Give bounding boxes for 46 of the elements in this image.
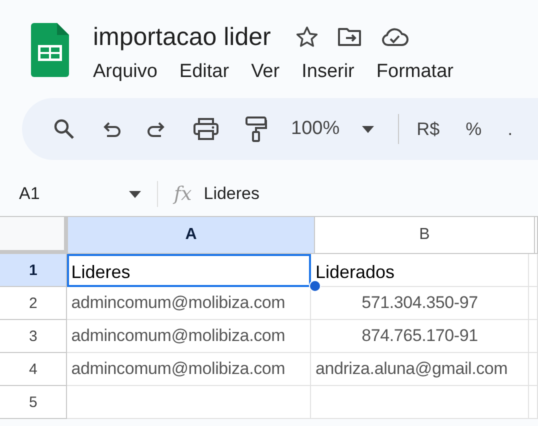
percent-button[interactable]: % <box>466 118 482 140</box>
redo-icon[interactable] <box>147 120 167 138</box>
menu-item[interactable]: Inserir <box>302 61 354 83</box>
menu-item[interactable]: Editar <box>179 61 230 83</box>
menu-item[interactable]: Formatar <box>376 61 454 83</box>
table-cell[interactable]: admincomum@molibiza.com <box>67 320 312 353</box>
table-cell[interactable] <box>529 386 538 419</box>
table-cell[interactable]: 874.765.170-91 <box>311 320 529 353</box>
zoom-select[interactable]: 100% <box>291 118 374 140</box>
caret-icon <box>362 126 374 132</box>
menu-item[interactable]: Arquivo <box>93 61 158 83</box>
table-cell[interactable]: admincomum@molibiza.com <box>67 353 312 386</box>
row-header[interactable]: 4 <box>0 353 68 386</box>
search-icon[interactable] <box>53 118 75 140</box>
function-icon: fx <box>174 183 192 205</box>
row-header[interactable]: 3 <box>0 320 68 353</box>
menu-item[interactable]: Ver <box>251 61 280 83</box>
table-cell[interactable]: andriza.aluna@gmail.com <box>311 353 529 386</box>
cell-reference[interactable]: A1 <box>19 184 129 204</box>
move-folder-icon[interactable] <box>336 26 363 48</box>
print-icon[interactable] <box>193 118 219 140</box>
formula-field[interactable]: Lideres <box>204 184 260 204</box>
column-header[interactable]: B <box>315 217 535 254</box>
paint-roller-icon[interactable] <box>245 116 267 142</box>
table-cell[interactable] <box>529 254 538 287</box>
table-cell[interactable]: admincomum@molibiza.com <box>67 287 312 320</box>
table-cell[interactable] <box>529 287 538 320</box>
row-header[interactable]: 1 <box>0 254 68 287</box>
table-cell[interactable] <box>67 386 312 419</box>
caret-icon[interactable] <box>129 190 141 198</box>
star-icon[interactable] <box>294 25 319 49</box>
cloud-check-icon[interactable] <box>380 27 409 47</box>
table-cell[interactable] <box>529 320 538 353</box>
table-cell[interactable] <box>311 386 529 419</box>
table-cell[interactable]: Lideres <box>67 254 312 287</box>
table-cell[interactable] <box>529 353 538 386</box>
currency-button[interactable]: R$ <box>416 118 440 140</box>
fill-handle[interactable] <box>309 280 321 292</box>
document-title[interactable]: importacao lider <box>93 22 271 52</box>
undo-icon[interactable] <box>101 120 121 138</box>
row-header[interactable]: 5 <box>0 386 68 419</box>
decimal-button[interactable]: . <box>508 118 513 140</box>
spreadsheet-logo-icon[interactable] <box>31 23 69 77</box>
table-cell[interactable]: 571.304.350-97 <box>311 287 529 320</box>
column-header[interactable]: A <box>68 217 315 254</box>
row-header[interactable]: 2 <box>0 287 68 320</box>
